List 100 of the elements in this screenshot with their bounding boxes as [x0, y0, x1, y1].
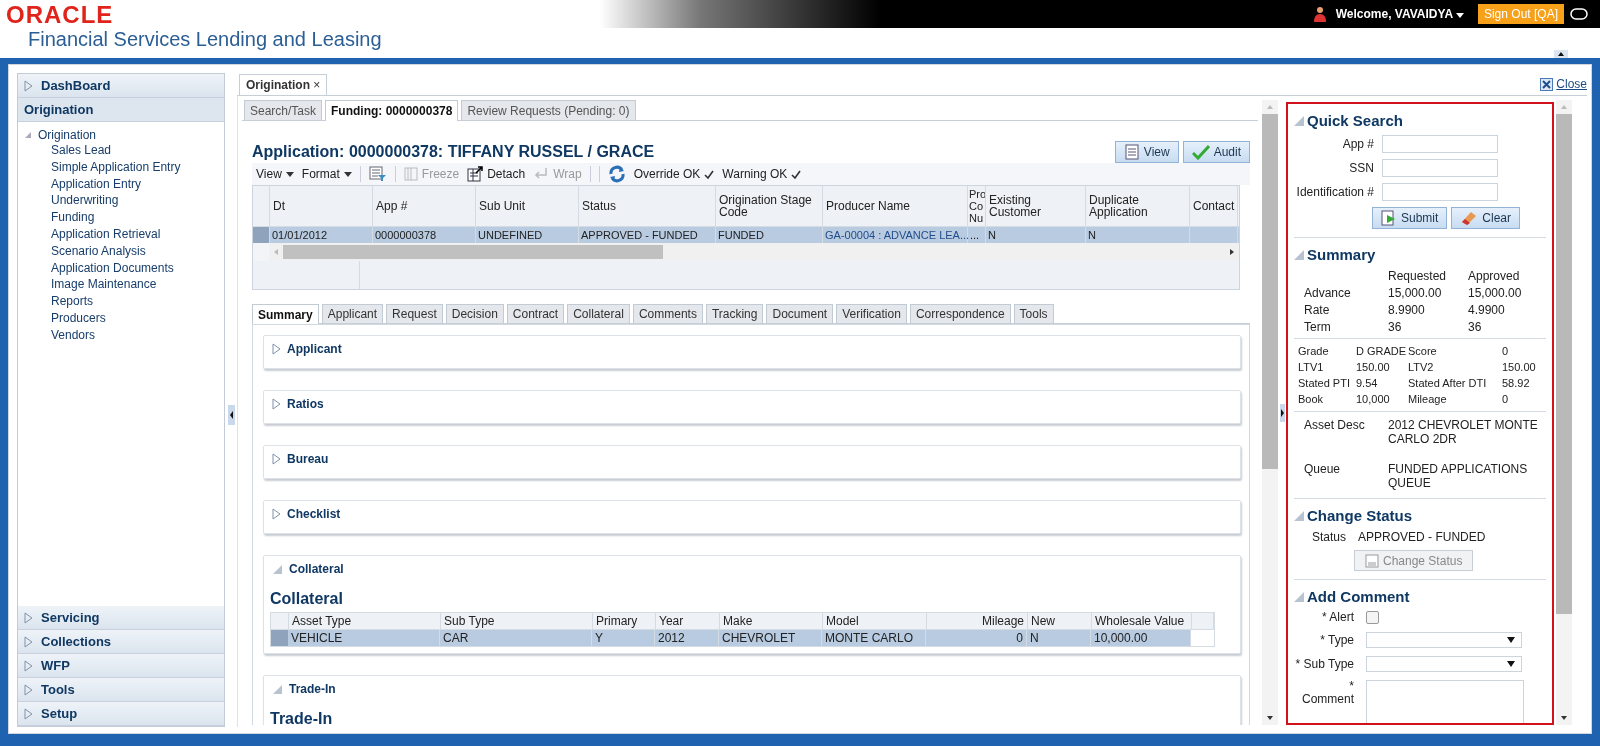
- dropdown-field[interactable]: [1366, 632, 1522, 648]
- column-header[interactable]: Producer Name: [823, 186, 968, 226]
- tab[interactable]: Tools: [1013, 304, 1054, 323]
- column-header[interactable]: Sub Unit: [476, 186, 579, 226]
- tab[interactable]: Request: [386, 304, 443, 323]
- comment-field[interactable]: [1366, 680, 1524, 723]
- tab[interactable]: Correspondence: [909, 304, 1011, 323]
- clear-button[interactable]: Clear: [1451, 207, 1521, 229]
- section-header[interactable]: Ratios: [270, 391, 326, 417]
- column-header[interactable]: Status: [579, 186, 716, 226]
- field-value: FUNDED APPLICATIONS QUEUE: [1388, 462, 1529, 490]
- nav-section-header[interactable]: Servicing: [18, 606, 224, 630]
- tab[interactable]: Funding: 0000000378: [325, 100, 459, 121]
- nav-section-header[interactable]: DashBoard: [18, 74, 224, 98]
- tab[interactable]: Decision: [445, 304, 504, 323]
- tree-item[interactable]: Image Maintenance: [51, 277, 157, 292]
- checkmark-icon: [704, 169, 715, 179]
- table-row[interactable]: VEHICLE CAR Y 2012 CHEVROLET MONTE CARLO 0 N 10,000.00: [271, 630, 1191, 646]
- audit-button[interactable]: Audit: [1182, 141, 1250, 163]
- horizontal-scrollbar[interactable]: [269, 243, 1239, 261]
- section-header[interactable]: Bureau: [270, 446, 331, 472]
- column-header[interactable]: App #: [373, 186, 476, 226]
- menu-button[interactable]: View: [256, 167, 294, 181]
- tab[interactable]: Document: [766, 304, 834, 323]
- chevron-icon: [24, 707, 33, 720]
- menu-button[interactable]: Format: [301, 167, 352, 181]
- table-row[interactable]: 01/01/2012 0000000378 UNDEFINED APPROVED - FUNDED FUNDED GA-00004 : ADVANCE LEA...... N N: [253, 227, 1239, 243]
- collapse-handle-icon[interactable]: [227, 405, 235, 425]
- submit-button[interactable]: Submit: [1372, 207, 1448, 229]
- section-header[interactable]: Applicant: [270, 336, 344, 362]
- input-field[interactable]: [1382, 183, 1498, 201]
- tree-item[interactable]: Origination: [38, 128, 97, 142]
- column-header[interactable]: Asset Type: [289, 613, 441, 629]
- field-value: 15,000.00: [1468, 286, 1523, 300]
- column-header[interactable]: Pro Co Nu: [968, 186, 986, 226]
- tab[interactable]: Comments: [632, 304, 703, 323]
- tree-item[interactable]: Producers: [51, 310, 106, 325]
- column-header[interactable]: Contact: [1190, 186, 1238, 226]
- column-header[interactable]: Duplicate Application: [1086, 186, 1190, 226]
- tree-item[interactable]: Reports: [51, 294, 94, 309]
- column-header[interactable]: Dt: [270, 186, 373, 226]
- nav-section-header[interactable]: Collections: [18, 630, 224, 654]
- column-header[interactable]: Model: [823, 613, 927, 629]
- tab[interactable]: Applicant: [321, 304, 384, 323]
- close-link[interactable]: Close: [1556, 77, 1587, 91]
- nav-section-header[interactable]: Tools: [18, 678, 224, 702]
- nav-section-header[interactable]: WFP: [18, 654, 224, 678]
- tab[interactable]: Summary: [252, 304, 319, 324]
- filter-icon[interactable]: [368, 166, 387, 182]
- vertical-scrollbar[interactable]: [1556, 100, 1572, 725]
- column-header[interactable]: Wholesale Value: [1092, 613, 1192, 629]
- table-cell: 2012: [658, 631, 685, 645]
- column-header[interactable]: Origination Stage Code: [716, 186, 823, 226]
- tab[interactable]: Verification: [836, 304, 907, 323]
- tree-item[interactable]: Underwriting: [51, 193, 119, 208]
- field-value: 15,000.00: [1388, 286, 1443, 300]
- column-header[interactable]: Mileage: [927, 613, 1028, 629]
- column-header[interactable]: Primary: [593, 613, 656, 629]
- tab[interactable]: Review Requests (Pending: 0): [461, 100, 636, 120]
- view-button[interactable]: View: [1114, 141, 1179, 163]
- panel-title: Quick Search: [1307, 112, 1403, 129]
- column-header[interactable]: New: [1028, 613, 1092, 629]
- vertical-scrollbar[interactable]: [1262, 100, 1278, 725]
- collapse-handle-icon[interactable]: [1279, 403, 1285, 422]
- chevron-icon: [24, 635, 33, 648]
- column-header[interactable]: Sub Type: [441, 613, 593, 629]
- tab[interactable]: Collateral: [567, 304, 630, 323]
- tree-item[interactable]: Sales Lead: [51, 143, 112, 157]
- tab[interactable]: Search/Task: [244, 100, 323, 120]
- column-header[interactable]: Existing Customer: [986, 186, 1086, 226]
- collapse-icon[interactable]: [1554, 50, 1568, 58]
- caret-icon: [1507, 661, 1515, 667]
- tree-item[interactable]: Funding: [51, 210, 95, 225]
- tree-item[interactable]: Scenario Analysis: [51, 243, 146, 258]
- tree-item[interactable]: Application Documents: [51, 260, 174, 275]
- workspace-tab[interactable]: Origination ×: [239, 74, 328, 95]
- checkbox[interactable]: [1366, 611, 1379, 624]
- tab[interactable]: Contract: [506, 304, 565, 323]
- detach-button[interactable]: Detach: [467, 166, 526, 182]
- nav-section-header[interactable]: Setup: [18, 702, 224, 726]
- tree-item[interactable]: Simple Application Entry: [51, 159, 181, 174]
- tree-item[interactable]: Application Retrieval: [51, 227, 161, 241]
- field-label: * Comment: [1301, 680, 1354, 706]
- section-header[interactable]: Collateral: [270, 556, 346, 582]
- input-field[interactable]: [1382, 135, 1498, 153]
- expand-icon[interactable]: [24, 131, 32, 139]
- refresh-icon[interactable]: [607, 165, 626, 183]
- tree-item[interactable]: Vendors: [51, 327, 96, 342]
- column-header[interactable]: Make: [720, 613, 823, 629]
- input-field[interactable]: [1382, 159, 1498, 177]
- close-icon[interactable]: [1540, 77, 1554, 91]
- user-menu[interactable]: Welcome, VAVAIDYA: [1331, 7, 1468, 21]
- nav-section-header[interactable]: Origination: [18, 98, 224, 122]
- tab[interactable]: Tracking: [705, 304, 764, 323]
- tree-item[interactable]: Application Entry: [51, 176, 142, 191]
- section-header[interactable]: Checklist: [270, 501, 343, 527]
- dropdown-field[interactable]: [1366, 656, 1522, 672]
- section-header[interactable]: Trade-In: [270, 676, 338, 702]
- column-header[interactable]: Year: [656, 613, 720, 629]
- field-label: Stated After DTI: [1408, 377, 1488, 389]
